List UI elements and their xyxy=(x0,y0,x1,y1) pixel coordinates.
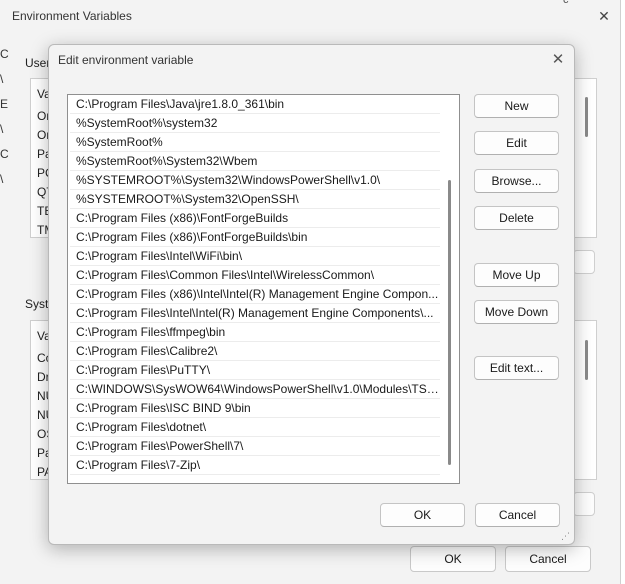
dialog-title: Edit environment variable xyxy=(58,53,194,67)
move-down-button[interactable]: Move Down xyxy=(474,300,559,324)
list-item[interactable]: %SystemRoot% xyxy=(70,133,440,152)
list-item[interactable]: C:\Program Files\Intel\WiFi\bin\ xyxy=(70,247,440,266)
edit-button[interactable]: Edit xyxy=(474,131,559,155)
path-entries-list[interactable]: C:\Program Files\Java\jre1.8.0_361\bin %… xyxy=(67,94,460,484)
user-list-scrollbar[interactable] xyxy=(585,97,588,137)
browse-button[interactable]: Browse... xyxy=(474,169,559,193)
list-item[interactable]: C:\Program Files\Calibre2\ xyxy=(70,342,440,361)
delete-button[interactable]: Delete xyxy=(474,206,559,230)
ok-button[interactable]: OK xyxy=(380,503,465,527)
system-list-scrollbar[interactable] xyxy=(585,340,588,380)
bg-edge-fragment: \ xyxy=(0,122,4,136)
resize-grip-icon[interactable]: ⋰ xyxy=(561,531,570,542)
system-button-fragment[interactable] xyxy=(573,492,595,516)
list-item[interactable]: C:\Program Files\Common Files\Intel\Wire… xyxy=(70,266,440,285)
user-variables-heading: User xyxy=(25,56,51,70)
bg-edge-fragment: E xyxy=(0,97,9,111)
list-item[interactable]: C:\Program Files\ISC BIND 9\bin xyxy=(70,399,440,418)
bg-topright-fragment: c xyxy=(563,0,569,6)
list-item[interactable]: C:\Program Files\7-Zip\ xyxy=(70,456,440,475)
list-item[interactable]: C:\Program Files\ffmpeg\bin xyxy=(70,323,440,342)
list-item[interactable]: %SYSTEMROOT%\System32\WindowsPowerShell\… xyxy=(70,171,440,190)
user-button-fragment[interactable] xyxy=(573,250,595,274)
list-item[interactable]: %SystemRoot%\System32\Wbem xyxy=(70,152,440,171)
bg-edge-fragment: C xyxy=(0,147,9,161)
list-item[interactable]: C:\WINDOWS\SysWOW64\WindowsPowerShell\v1… xyxy=(70,380,440,399)
list-item[interactable]: C:\Program Files (x86)\FontForgeBuilds xyxy=(70,209,440,228)
edit-text-button[interactable]: Edit text... xyxy=(474,356,559,380)
list-scrollbar[interactable] xyxy=(448,180,451,465)
bg-cancel-button[interactable]: Cancel xyxy=(505,546,591,572)
list-item[interactable]: C:\Program Files\Java\jre1.8.0_361\bin xyxy=(70,95,440,114)
bg-ok-button[interactable]: OK xyxy=(410,546,496,572)
list-item[interactable]: C:\Program Files\PuTTY\ xyxy=(70,361,440,380)
list-item[interactable]: %SystemRoot%\system32 xyxy=(70,114,440,133)
list-item[interactable]: C:\Program Files\Intel\Intel(R) Manageme… xyxy=(70,304,440,323)
move-up-button[interactable]: Move Up xyxy=(474,263,559,287)
bg-edge-fragment: \ xyxy=(0,72,4,86)
list-item[interactable]: C:\Program Files (x86)\FontForgeBuilds\b… xyxy=(70,228,440,247)
list-item[interactable]: C:\Program Files\dotnet\ xyxy=(70,418,440,437)
list-item[interactable]: %SYSTEMROOT%\System32\OpenSSH\ xyxy=(70,190,440,209)
close-icon[interactable]: ✕ xyxy=(548,50,568,70)
new-button[interactable]: New xyxy=(474,94,559,118)
bg-close-icon[interactable]: ✕ xyxy=(594,6,614,26)
cancel-button[interactable]: Cancel xyxy=(475,503,560,527)
bg-edge-fragment: \ xyxy=(0,172,4,186)
list-item[interactable]: C:\Program Files (x86)\Intel\Intel(R) Ma… xyxy=(70,285,440,304)
edit-environment-variable-dialog: Edit environment variable ✕ C:\Program F… xyxy=(48,44,575,545)
list-item[interactable]: C:\Program Files\PowerShell\7\ xyxy=(70,437,440,456)
bg-edge-fragment: C xyxy=(0,47,9,61)
bg-window-title: Environment Variables xyxy=(12,9,132,23)
